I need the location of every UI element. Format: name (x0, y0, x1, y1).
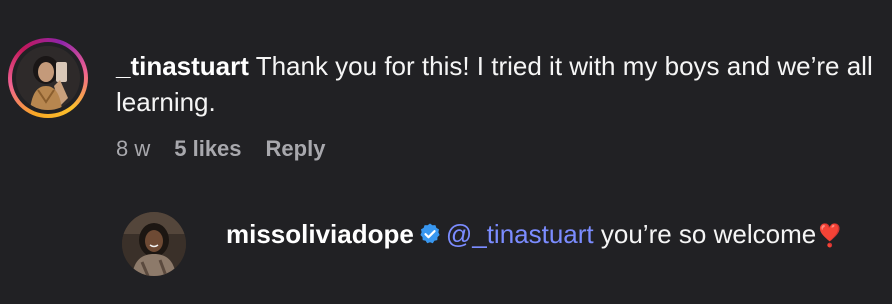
comment-likes[interactable]: 5 likes (174, 136, 241, 162)
comment-age: 8 w (116, 136, 151, 161)
comment-body: _tinastuart Thank you for this! I tried … (116, 48, 876, 120)
reply-avatar[interactable] (122, 212, 186, 276)
reply-body: missoliviadope @_tinastuart you’re so wel… (226, 216, 866, 255)
comment-username[interactable]: _tinastuart (116, 51, 249, 81)
mention-link[interactable]: @_tinastuart (446, 219, 594, 249)
comments-thread: _tinastuart Thank you for this! I tried … (0, 0, 892, 304)
comment-meta: 8 w 5 likes Reply (116, 136, 325, 162)
avatar-image (16, 46, 80, 110)
story-ring[interactable] (8, 38, 88, 118)
heart-exclamation-emoji: ❣️ (816, 223, 844, 248)
reply-text: you’re so welcome (600, 219, 817, 249)
avatar[interactable] (16, 46, 80, 110)
verified-badge-icon (418, 219, 442, 255)
reply-username[interactable]: missoliviadope (226, 219, 414, 249)
reply-text-block: missoliviadope @_tinastuart you’re so wel… (226, 216, 866, 255)
reply-avatar-image (122, 212, 186, 276)
reply-button[interactable]: Reply (266, 136, 326, 162)
comment-text-block: _tinastuart Thank you for this! I tried … (116, 48, 876, 120)
